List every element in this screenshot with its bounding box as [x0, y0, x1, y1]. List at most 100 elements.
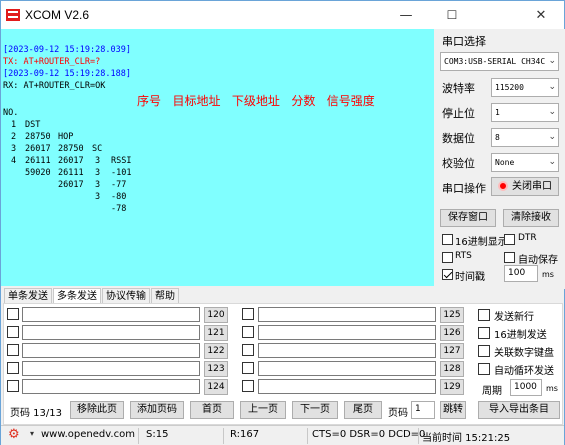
log-line: RX: AT+ROUTER_CLR=OK	[3, 81, 106, 91]
divider	[138, 428, 139, 444]
cell: 4	[11, 156, 17, 166]
auto-save-checkbox[interactable]	[504, 252, 515, 263]
current-time: 当前时间 15:21:25	[422, 433, 511, 444]
send-row-input[interactable]	[22, 379, 200, 394]
dtr-checkbox[interactable]	[504, 234, 515, 245]
send-row-input[interactable]	[258, 307, 436, 322]
serial-op-label: 串口操作	[442, 182, 486, 195]
chevron-down-icon: ⌄	[548, 157, 556, 167]
send-row-button[interactable]: 122	[204, 343, 228, 359]
send-row-button[interactable]: 125	[440, 307, 464, 323]
page-input[interactable]: 1	[411, 401, 435, 419]
period-label: 周期	[482, 386, 502, 397]
timestamp-label: 时间戳	[455, 272, 485, 283]
send-row-button[interactable]: 126	[440, 325, 464, 341]
send-row-checkbox[interactable]	[7, 344, 19, 356]
tab-multi-send[interactable]: 多条发送	[53, 288, 101, 304]
add-page-button[interactable]: 添加页码	[130, 401, 184, 419]
parity-select[interactable]: None ⌄	[491, 153, 559, 172]
send-row-button[interactable]: 124	[204, 379, 228, 395]
send-row-button[interactable]: 123	[204, 361, 228, 377]
hex-display-label: 16进制显示	[455, 237, 508, 248]
minimize-button[interactable]: —	[383, 1, 429, 29]
send-row-button[interactable]: 128	[440, 361, 464, 377]
ms-label: ms	[542, 270, 554, 279]
tab-single-send[interactable]: 单条发送	[4, 288, 52, 304]
data-value: 8	[495, 133, 500, 142]
port-select[interactable]: COM3:USB-SERIAL CH34C ⌄	[440, 52, 559, 71]
hex-send-checkbox[interactable]	[478, 327, 490, 339]
timestamp-checkbox[interactable]	[442, 269, 453, 280]
port-value: COM3:USB-SERIAL CH34C	[444, 57, 546, 66]
timestamp-input[interactable]: 100	[504, 265, 538, 282]
close-port-label: 关闭串口	[512, 181, 552, 192]
jump-button[interactable]: 跳转	[440, 401, 466, 419]
table-row: 4 59020 26017 3 -78	[3, 143, 143, 214]
send-tabs: 单条发送 多条发送 协议传输 帮助	[4, 288, 180, 304]
chevron-down-icon: ⌄	[548, 56, 556, 66]
cell: -78	[111, 204, 127, 214]
cell: -101	[111, 168, 132, 178]
numpad-checkbox[interactable]	[478, 345, 490, 357]
maximize-button[interactable]: ☐	[429, 1, 475, 29]
send-row-button[interactable]: 120	[204, 307, 228, 323]
send-row-input[interactable]	[258, 325, 436, 340]
chevron-down-icon: ⌄	[548, 132, 556, 142]
send-row-input[interactable]	[258, 343, 436, 358]
send-row-input[interactable]	[258, 361, 436, 376]
serial-settings-panel: 串口选择 COM3:USB-SERIAL CH34C ⌄ 波特率 115200 ⌄ …	[434, 29, 565, 289]
receive-area[interactable]: [2023-09-12 15:19:28.039] TX: AT+ROUTER_…	[1, 29, 434, 286]
cell: -77	[111, 180, 127, 190]
tab-protocol[interactable]: 协议传输	[102, 288, 150, 304]
send-row-input[interactable]	[22, 325, 200, 340]
auto-save-label: 自动保存	[518, 255, 558, 266]
sent-count: S:15	[146, 429, 169, 440]
send-row-checkbox[interactable]	[7, 362, 19, 374]
send-row-checkbox[interactable]	[242, 344, 254, 356]
stop-bits-label: 停止位	[442, 107, 475, 120]
next-page-button[interactable]: 下一页	[292, 401, 338, 419]
send-row-input[interactable]	[22, 361, 200, 376]
send-row-button[interactable]: 129	[440, 379, 464, 395]
period-input[interactable]: 1000	[510, 379, 542, 396]
hex-display-checkbox[interactable]	[442, 234, 453, 245]
cell: 26111	[58, 168, 84, 178]
table-row: 2 26017 26017 3 -77	[3, 119, 143, 190]
save-window-button[interactable]: 保存窗口	[440, 209, 496, 227]
received-count: R:167	[230, 429, 260, 440]
baud-select[interactable]: 115200 ⌄	[491, 78, 559, 97]
close-port-button[interactable]: 关闭串口	[491, 177, 559, 196]
send-newline-checkbox[interactable]	[478, 309, 490, 321]
auto-loop-checkbox[interactable]	[478, 363, 490, 375]
send-row-input[interactable]	[258, 379, 436, 394]
send-row-checkbox[interactable]	[7, 308, 19, 320]
import-export-button[interactable]: 导入导出条目	[478, 401, 560, 419]
send-row-checkbox[interactable]	[7, 326, 19, 338]
dtr-label: DTR	[518, 233, 537, 243]
prev-page-button[interactable]: 上一页	[240, 401, 286, 419]
rts-checkbox[interactable]	[442, 252, 453, 263]
cell: -80	[111, 192, 127, 202]
tab-help[interactable]: 帮助	[151, 288, 179, 304]
send-row-button[interactable]: 127	[440, 343, 464, 359]
chevron-down-icon[interactable]: ▾	[30, 429, 34, 438]
stop-bits-select[interactable]: 1 ⌄	[491, 103, 559, 122]
send-row-checkbox[interactable]	[242, 362, 254, 374]
data-bits-select[interactable]: 8 ⌄	[491, 128, 559, 147]
gear-icon[interactable]: ⚙	[8, 427, 20, 442]
first-page-button[interactable]: 首页	[190, 401, 234, 419]
send-row-checkbox[interactable]	[7, 380, 19, 392]
close-button[interactable]: ✕	[518, 1, 564, 29]
window-title: XCOM V2.6	[25, 8, 90, 22]
send-row-input[interactable]	[22, 307, 200, 322]
send-row-checkbox[interactable]	[242, 380, 254, 392]
remove-page-button[interactable]: 移除此页	[70, 401, 124, 419]
send-row-input[interactable]	[22, 343, 200, 358]
send-row-checkbox[interactable]	[242, 308, 254, 320]
send-row-checkbox[interactable]	[242, 326, 254, 338]
send-row-button[interactable]: 121	[204, 325, 228, 341]
cell: 59020	[25, 168, 51, 178]
clear-receive-button[interactable]: 清除接收	[503, 209, 559, 227]
last-page-button[interactable]: 尾页	[344, 401, 382, 419]
website-link[interactable]: www.openedv.com	[41, 429, 135, 440]
